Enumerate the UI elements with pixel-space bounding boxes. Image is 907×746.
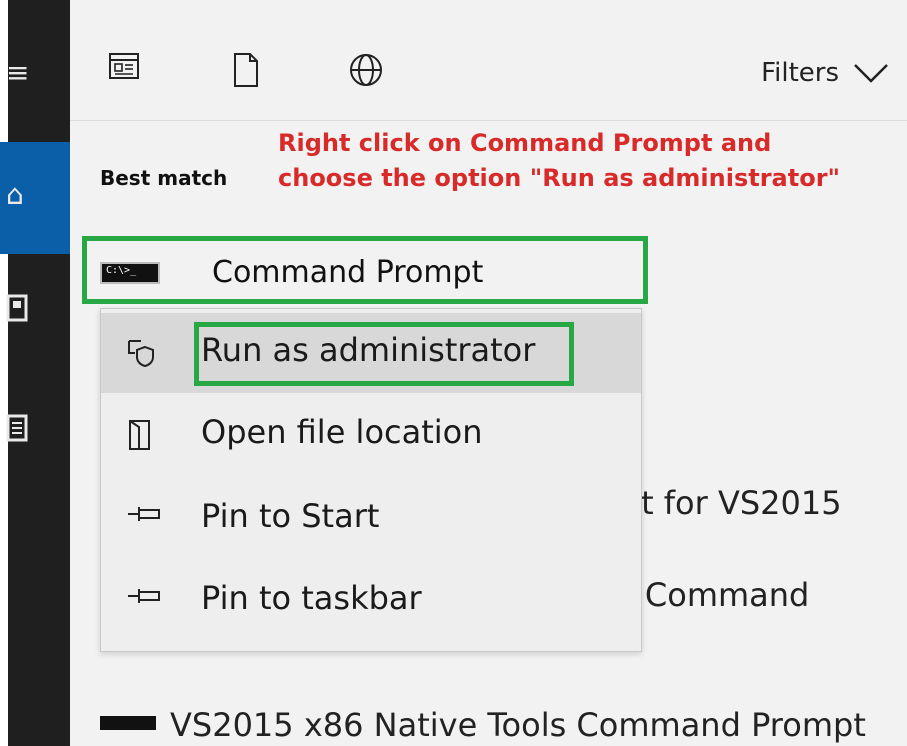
filters-label: Filters <box>761 58 839 88</box>
instruction-annotation: Right click on Command Prompt and choose… <box>278 126 840 196</box>
annotation-line-1: Right click on Command Prompt and <box>278 129 772 157</box>
command-prompt-highlight-box <box>82 236 648 304</box>
search-panel: Filters Right click on Command Prompt an… <box>70 0 907 746</box>
menu-label-open-file-location: Open file location <box>201 413 483 451</box>
user-card-svg <box>6 294 28 322</box>
file-location-svg <box>129 420 150 450</box>
best-match-heading: Best match <box>100 166 228 190</box>
user-card-icon[interactable] <box>6 294 36 329</box>
pin-start-svg <box>128 507 160 521</box>
search-toolbar: Filters <box>70 0 907 121</box>
home-icon[interactable]: ⌂ <box>6 178 36 211</box>
command-prompt-small-icon <box>100 716 156 730</box>
menu-item-open-file-location[interactable]: Open file location <box>101 395 641 475</box>
globe-svg <box>350 54 382 86</box>
file-location-icon <box>127 419 155 451</box>
filters-dropdown[interactable]: Filters <box>761 58 889 88</box>
rail-edge <box>0 0 8 746</box>
run-as-admin-highlight-box <box>194 322 574 386</box>
pin-taskbar-svg <box>128 589 160 603</box>
pin-icon <box>127 585 160 617</box>
menu-item-pin-to-start[interactable]: Pin to Start <box>101 479 641 559</box>
result-vs2015-x86-native-tools[interactable]: VS2015 x86 Native Tools Command Prompt <box>170 706 866 744</box>
chevron-down-icon <box>854 64 888 83</box>
pin-icon <box>127 503 160 535</box>
document-svg <box>234 53 258 87</box>
apps-svg <box>109 53 139 79</box>
menu-label-pin-to-taskbar: Pin to taskbar <box>201 579 422 617</box>
documents-icon[interactable] <box>6 414 36 449</box>
shield-admin-svg <box>128 340 154 368</box>
hamburger-menu-icon[interactable]: ≡ <box>6 56 36 89</box>
annotation-line-2: choose the option "Run as administrator" <box>278 164 841 192</box>
menu-item-pin-to-taskbar[interactable]: Pin to taskbar <box>101 561 641 641</box>
globe-icon[interactable] <box>348 52 388 92</box>
menu-label-pin-to-start: Pin to Start <box>201 497 380 535</box>
document-icon[interactable] <box>232 52 272 92</box>
shield-admin-icon <box>127 337 155 369</box>
documents-svg <box>6 414 28 442</box>
apps-icon[interactable] <box>108 52 148 92</box>
start-left-rail: ≡ ⌂ <box>0 0 70 746</box>
